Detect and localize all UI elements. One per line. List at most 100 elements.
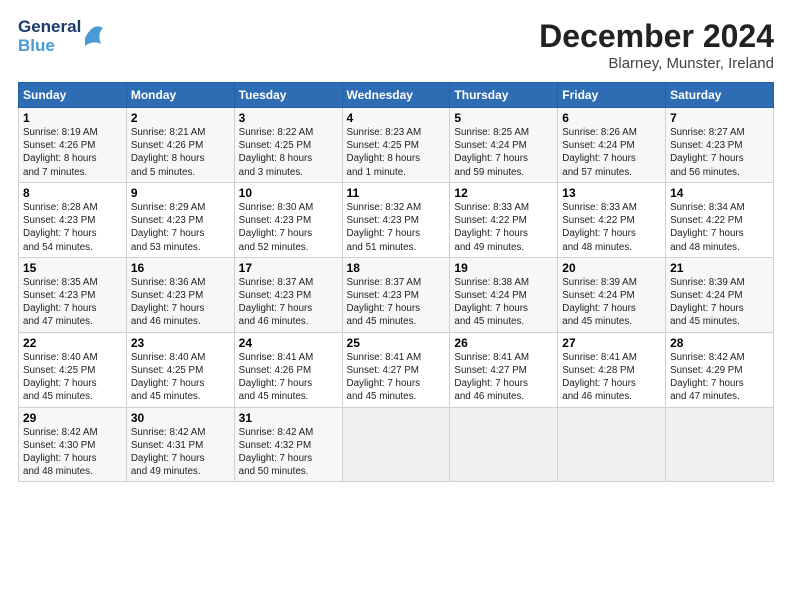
day-number: 18 <box>347 261 446 275</box>
calendar-cell: 25Sunrise: 8:41 AMSunset: 4:27 PMDayligh… <box>342 332 450 407</box>
day-number: 2 <box>131 111 230 125</box>
calendar-cell: 28Sunrise: 8:42 AMSunset: 4:29 PMDayligh… <box>666 332 774 407</box>
day-number: 23 <box>131 336 230 350</box>
weekday-header-tuesday: Tuesday <box>234 83 342 108</box>
logo-general: General <box>18 18 81 37</box>
day-number: 22 <box>23 336 122 350</box>
calendar-cell: 1Sunrise: 8:19 AMSunset: 4:26 PMDaylight… <box>19 108 127 183</box>
page: General Blue December 2024 Blarney, Muns… <box>0 0 792 612</box>
calendar-cell: 22Sunrise: 8:40 AMSunset: 4:25 PMDayligh… <box>19 332 127 407</box>
day-number: 1 <box>23 111 122 125</box>
day-number: 6 <box>562 111 661 125</box>
calendar-cell: 10Sunrise: 8:30 AMSunset: 4:23 PMDayligh… <box>234 182 342 257</box>
calendar-cell <box>666 407 774 482</box>
day-info: Sunrise: 8:26 AMSunset: 4:24 PMDaylight:… <box>562 126 661 179</box>
day-number: 21 <box>670 261 769 275</box>
day-number: 8 <box>23 186 122 200</box>
weekday-header-friday: Friday <box>558 83 666 108</box>
calendar-cell: 5Sunrise: 8:25 AMSunset: 4:24 PMDaylight… <box>450 108 558 183</box>
day-info: Sunrise: 8:23 AMSunset: 4:25 PMDaylight:… <box>347 126 446 179</box>
calendar-cell: 19Sunrise: 8:38 AMSunset: 4:24 PMDayligh… <box>450 257 558 332</box>
day-number: 27 <box>562 336 661 350</box>
logo-blue: Blue <box>18 37 81 56</box>
calendar-cell: 18Sunrise: 8:37 AMSunset: 4:23 PMDayligh… <box>342 257 450 332</box>
day-number: 10 <box>239 186 338 200</box>
day-info: Sunrise: 8:33 AMSunset: 4:22 PMDaylight:… <box>562 201 661 254</box>
calendar: SundayMondayTuesdayWednesdayThursdayFrid… <box>18 82 774 482</box>
day-info: Sunrise: 8:40 AMSunset: 4:25 PMDaylight:… <box>131 351 230 404</box>
calendar-cell: 26Sunrise: 8:41 AMSunset: 4:27 PMDayligh… <box>450 332 558 407</box>
calendar-cell: 21Sunrise: 8:39 AMSunset: 4:24 PMDayligh… <box>666 257 774 332</box>
calendar-week-2: 8Sunrise: 8:28 AMSunset: 4:23 PMDaylight… <box>19 182 774 257</box>
weekday-header-wednesday: Wednesday <box>342 83 450 108</box>
day-number: 29 <box>23 411 122 425</box>
day-info: Sunrise: 8:25 AMSunset: 4:24 PMDaylight:… <box>454 126 553 179</box>
day-info: Sunrise: 8:38 AMSunset: 4:24 PMDaylight:… <box>454 276 553 329</box>
day-number: 16 <box>131 261 230 275</box>
day-info: Sunrise: 8:22 AMSunset: 4:25 PMDaylight:… <box>239 126 338 179</box>
calendar-cell: 23Sunrise: 8:40 AMSunset: 4:25 PMDayligh… <box>126 332 234 407</box>
day-number: 9 <box>131 186 230 200</box>
day-info: Sunrise: 8:34 AMSunset: 4:22 PMDaylight:… <box>670 201 769 254</box>
day-number: 7 <box>670 111 769 125</box>
month-title: December 2024 <box>539 18 774 55</box>
calendar-cell <box>558 407 666 482</box>
day-info: Sunrise: 8:42 AMSunset: 4:29 PMDaylight:… <box>670 351 769 404</box>
day-info: Sunrise: 8:35 AMSunset: 4:23 PMDaylight:… <box>23 276 122 329</box>
day-info: Sunrise: 8:41 AMSunset: 4:28 PMDaylight:… <box>562 351 661 404</box>
logo-bird-icon <box>83 18 105 56</box>
location: Blarney, Munster, Ireland <box>539 55 774 72</box>
weekday-header-saturday: Saturday <box>666 83 774 108</box>
day-info: Sunrise: 8:19 AMSunset: 4:26 PMDaylight:… <box>23 126 122 179</box>
day-info: Sunrise: 8:33 AMSunset: 4:22 PMDaylight:… <box>454 201 553 254</box>
calendar-cell: 13Sunrise: 8:33 AMSunset: 4:22 PMDayligh… <box>558 182 666 257</box>
calendar-week-4: 22Sunrise: 8:40 AMSunset: 4:25 PMDayligh… <box>19 332 774 407</box>
calendar-cell: 31Sunrise: 8:42 AMSunset: 4:32 PMDayligh… <box>234 407 342 482</box>
weekday-header-monday: Monday <box>126 83 234 108</box>
day-number: 5 <box>454 111 553 125</box>
calendar-cell: 16Sunrise: 8:36 AMSunset: 4:23 PMDayligh… <box>126 257 234 332</box>
day-number: 30 <box>131 411 230 425</box>
day-number: 4 <box>347 111 446 125</box>
weekday-header-sunday: Sunday <box>19 83 127 108</box>
day-number: 12 <box>454 186 553 200</box>
day-info: Sunrise: 8:40 AMSunset: 4:25 PMDaylight:… <box>23 351 122 404</box>
day-number: 24 <box>239 336 338 350</box>
header: General Blue December 2024 Blarney, Muns… <box>18 18 774 72</box>
calendar-cell: 4Sunrise: 8:23 AMSunset: 4:25 PMDaylight… <box>342 108 450 183</box>
logo: General Blue <box>18 18 105 56</box>
calendar-cell <box>342 407 450 482</box>
calendar-cell: 8Sunrise: 8:28 AMSunset: 4:23 PMDaylight… <box>19 182 127 257</box>
calendar-cell: 27Sunrise: 8:41 AMSunset: 4:28 PMDayligh… <box>558 332 666 407</box>
day-number: 14 <box>670 186 769 200</box>
day-info: Sunrise: 8:30 AMSunset: 4:23 PMDaylight:… <box>239 201 338 254</box>
day-info: Sunrise: 8:41 AMSunset: 4:27 PMDaylight:… <box>347 351 446 404</box>
calendar-week-3: 15Sunrise: 8:35 AMSunset: 4:23 PMDayligh… <box>19 257 774 332</box>
calendar-cell: 6Sunrise: 8:26 AMSunset: 4:24 PMDaylight… <box>558 108 666 183</box>
day-info: Sunrise: 8:39 AMSunset: 4:24 PMDaylight:… <box>670 276 769 329</box>
day-info: Sunrise: 8:39 AMSunset: 4:24 PMDaylight:… <box>562 276 661 329</box>
day-number: 17 <box>239 261 338 275</box>
calendar-cell: 30Sunrise: 8:42 AMSunset: 4:31 PMDayligh… <box>126 407 234 482</box>
day-info: Sunrise: 8:32 AMSunset: 4:23 PMDaylight:… <box>347 201 446 254</box>
weekday-header-thursday: Thursday <box>450 83 558 108</box>
day-info: Sunrise: 8:41 AMSunset: 4:27 PMDaylight:… <box>454 351 553 404</box>
calendar-week-5: 29Sunrise: 8:42 AMSunset: 4:30 PMDayligh… <box>19 407 774 482</box>
logo-words: General Blue <box>18 18 81 55</box>
day-info: Sunrise: 8:29 AMSunset: 4:23 PMDaylight:… <box>131 201 230 254</box>
day-number: 13 <box>562 186 661 200</box>
day-number: 19 <box>454 261 553 275</box>
calendar-cell: 14Sunrise: 8:34 AMSunset: 4:22 PMDayligh… <box>666 182 774 257</box>
calendar-cell: 2Sunrise: 8:21 AMSunset: 4:26 PMDaylight… <box>126 108 234 183</box>
day-number: 25 <box>347 336 446 350</box>
day-info: Sunrise: 8:42 AMSunset: 4:32 PMDaylight:… <box>239 426 338 479</box>
day-info: Sunrise: 8:36 AMSunset: 4:23 PMDaylight:… <box>131 276 230 329</box>
calendar-cell: 7Sunrise: 8:27 AMSunset: 4:23 PMDaylight… <box>666 108 774 183</box>
calendar-cell: 11Sunrise: 8:32 AMSunset: 4:23 PMDayligh… <box>342 182 450 257</box>
day-number: 26 <box>454 336 553 350</box>
day-number: 15 <box>23 261 122 275</box>
calendar-cell: 15Sunrise: 8:35 AMSunset: 4:23 PMDayligh… <box>19 257 127 332</box>
day-info: Sunrise: 8:21 AMSunset: 4:26 PMDaylight:… <box>131 126 230 179</box>
day-number: 28 <box>670 336 769 350</box>
day-info: Sunrise: 8:41 AMSunset: 4:26 PMDaylight:… <box>239 351 338 404</box>
